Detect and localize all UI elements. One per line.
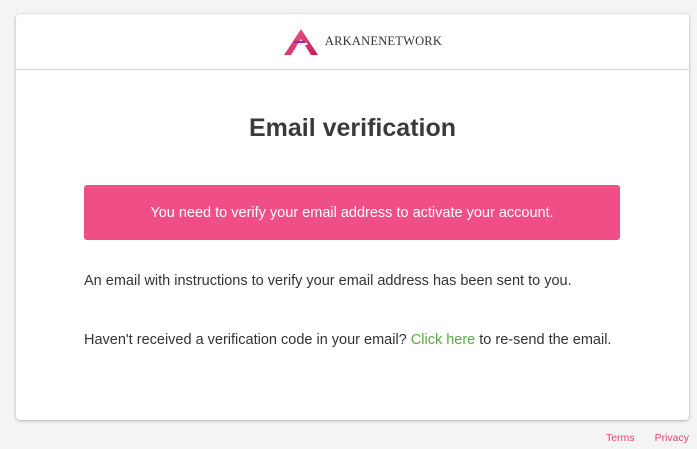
brand-logo: ArkaneNetwork [283, 28, 442, 56]
verification-card: ArkaneNetwork Email verification You nee… [16, 14, 689, 420]
footer-links: Terms Privacy [606, 432, 689, 444]
resend-text: Haven't received a verification code in … [84, 329, 620, 351]
terms-link[interactable]: Terms [606, 432, 635, 444]
page-title: Email verification [248, 114, 457, 142]
privacy-link[interactable]: Privacy [655, 432, 689, 444]
resend-suffix: to re-send the email. [475, 332, 612, 348]
alert-text: You need to verify your email address to… [150, 204, 554, 221]
resend-prefix: Haven't received a verification code in … [84, 332, 411, 348]
brand-name: ArkaneNetwork [324, 34, 443, 48]
info-text: An email with instructions to verify you… [84, 273, 572, 289]
resend-link[interactable]: Click here [411, 332, 475, 348]
verification-alert: You need to verify your email address to… [84, 185, 620, 240]
arkane-logo-icon [283, 28, 318, 55]
card-header: ArkaneNetwork [16, 14, 689, 70]
